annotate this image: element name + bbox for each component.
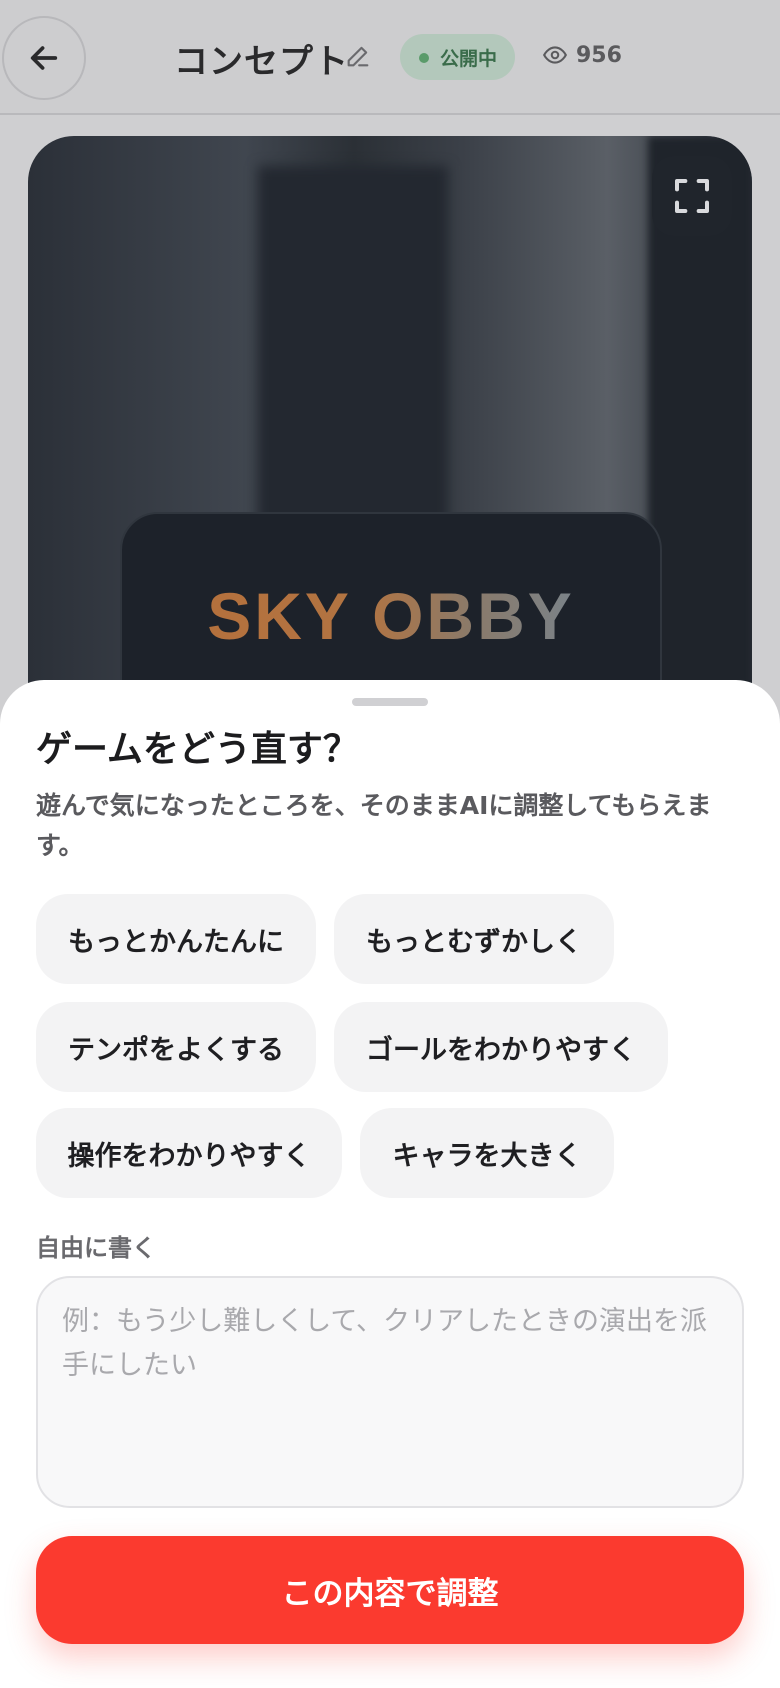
status-badge: 公開中	[400, 34, 516, 80]
suggestion-chip[interactable]: テンポをよくする	[36, 1002, 316, 1092]
page-title: コンセプト	[174, 42, 349, 82]
view-count-value: 956	[576, 42, 622, 68]
status-label: 公開中	[440, 47, 498, 70]
suggestion-chip[interactable]: 操作をわかりやすく	[36, 1108, 342, 1198]
submit-adjust-button[interactable]: この内容で調整	[36, 1536, 744, 1644]
pencil-icon[interactable]	[344, 42, 372, 70]
eye-icon	[543, 46, 567, 64]
header: コンセプト 公開中 956	[0, 0, 780, 115]
status-dot-icon	[419, 53, 429, 63]
sheet-title: ゲームをどう直す？	[36, 729, 359, 770]
fullscreen-button[interactable]	[652, 156, 732, 236]
view-count: 956	[542, 42, 622, 68]
suggestion-chip[interactable]: もっとむずかしく	[334, 894, 614, 984]
sheet-drag-handle[interactable]	[352, 698, 428, 706]
suggestion-chip[interactable]: キャラを大きく	[360, 1108, 614, 1198]
suggestion-chip[interactable]: もっとかんたんに	[36, 894, 316, 984]
back-arrow-icon	[30, 46, 58, 70]
screen: コンセプト 公開中 956 SKY OBBY ゲームをどう直す？ 遊んで気になっ…	[0, 0, 780, 1688]
sheet-description: 遊んで気になったところを、そのままAIに調整してもらえます。	[36, 791, 712, 860]
free-input-label: 自由に書く	[36, 1234, 156, 1262]
fullscreen-icon	[675, 179, 709, 213]
free-text-input[interactable]	[36, 1276, 744, 1508]
back-button[interactable]	[2, 16, 86, 100]
game-title: SKY OBBY	[122, 578, 660, 654]
suggestion-chip[interactable]: ゴールをわかりやすく	[334, 1002, 668, 1092]
adjust-sheet: ゲームをどう直す？ 遊んで気になったところを、そのままAIに調整してもらえます。…	[0, 680, 780, 1688]
